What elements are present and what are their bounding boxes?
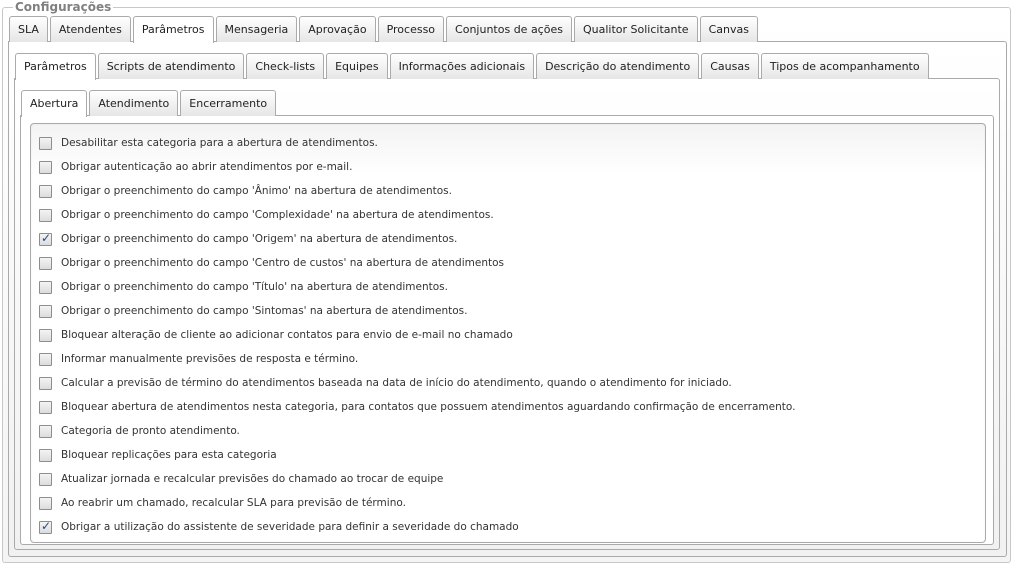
option-checkbox-7[interactable] [39,280,52,294]
main-tab-mensageria[interactable]: Mensageria [215,16,298,42]
option-row-11[interactable]: Calcular a previsão de término do atendi… [39,374,732,392]
main-tab-aprovacao[interactable]: Aprovação [299,16,376,42]
option-checkbox-13[interactable] [39,424,52,438]
option-label-obrigar-o-preenchimento-do-campo-sintomas-na-abe: Obrigar o preenchimento do campo 'Sintom… [61,305,468,317]
option-checkbox-2[interactable] [39,160,52,174]
option-label-atualizar-jornada-e-recalcular-previsoes-do-cham: Atualizar jornada e recalcular previsões… [61,473,444,485]
sub-tab-parametros[interactable]: Parâmetros [15,53,96,80]
main-tab-processo[interactable]: Processo [377,16,445,42]
inner-tab-atendimento[interactable]: Atendimento [89,90,179,116]
option-row-5[interactable]: Obrigar o preenchimento do campo 'Origem… [39,230,457,248]
option-label-obrigar-autenticacao-ao-abrir-atendimentos-por-e: Obrigar autenticação ao abrir atendiment… [61,161,353,173]
inner-tab-encerramento[interactable]: Encerramento [180,90,277,116]
option-label-bloquear-replicacoes-para-esta-categoria: Bloquear replicações para esta categoria [61,449,277,461]
option-row-10[interactable]: Informar manualmente previsões de respos… [39,350,358,368]
sub-tab-scripts-de-atendimento[interactable]: Scripts de atendimento [97,53,245,79]
option-label-desabilitar-esta-categoria-para-a-abertura-de-at: Desabilitar esta categoria para a abertu… [61,137,378,149]
option-checkbox-9[interactable] [39,328,52,342]
option-row-17[interactable]: Obrigar a utilização do assistente de se… [39,518,519,536]
option-row-1[interactable]: Desabilitar esta categoria para a abertu… [39,134,378,152]
option-label-obrigar-o-preenchimento-do-campo-animo-na-abertu: Obrigar o preenchimento do campo 'Ânimo'… [61,185,452,197]
option-checkbox-15[interactable] [39,472,52,486]
option-label-bloquear-abertura-de-atendimentos-nesta-categori: Bloquear abertura de atendimentos nesta … [61,401,796,413]
option-row-15[interactable]: Atualizar jornada e recalcular previsões… [39,470,443,488]
option-label-obrigar-o-preenchimento-do-campo-titulo-na-abert: Obrigar o preenchimento do campo 'Título… [61,281,448,293]
inner-tabbar: Abertura Atendimento Encerramento [21,90,278,117]
option-label-informar-manualmente-previsoes-de-resposta-e-ter: Informar manualmente previsões de respos… [61,353,359,365]
main-tab-parametros[interactable]: Parâmetros [132,16,214,43]
option-checkbox-12[interactable] [39,400,52,414]
main-tab-qualitor-solicitante[interactable]: Qualitor Solicitante [573,16,698,42]
option-row-2[interactable]: Obrigar autenticação ao abrir atendiment… [39,158,352,176]
option-label-obrigar-o-preenchimento-do-campo-centro-de-custo: Obrigar o preenchimento do campo 'Centro… [61,257,504,269]
option-checkbox-5[interactable] [39,231,52,246]
sub-tab-informacoes-adicionais[interactable]: Informações adicionais [389,53,535,79]
sub-tab-descricao-do-atendimento[interactable]: Descrição do atendimento [536,53,700,79]
option-checkbox-3[interactable] [39,184,52,198]
option-row-9[interactable]: Bloquear alteração de cliente ao adicion… [39,326,513,344]
option-label-calcular-a-previsao-de-termino-do-atendimentos-b: Calcular a previsão de término do atendi… [61,377,732,389]
main-tabbar: SLA Atendentes Parâmetros Mensageria Apr… [9,16,760,43]
inner-tab-abertura[interactable]: Abertura [21,90,88,117]
sub-tab-equipes[interactable]: Equipes [326,53,388,79]
option-row-4[interactable]: Obrigar o preenchimento do campo 'Comple… [39,206,494,224]
option-checkbox-8[interactable] [39,304,52,318]
option-label-ao-reabrir-um-chamado-recalcular-sla-para-previs: Ao reabrir um chamado, recalcular SLA pa… [61,497,406,509]
option-label-categoria-de-pronto-atendimento: Categoria de pronto atendimento. [61,425,240,437]
option-row-13[interactable]: Categoria de pronto atendimento. [39,422,240,440]
option-checkbox-1[interactable] [39,136,52,150]
option-label-obrigar-a-utilizacao-do-assistente-de-severidade: Obrigar a utilização do assistente de se… [61,521,519,533]
fieldset-legend: Configurações [13,0,114,14]
main-tab-canvas[interactable]: Canvas [699,16,758,42]
option-label-obrigar-o-preenchimento-do-campo-complexidade-na: Obrigar o preenchimento do campo 'Comple… [61,209,494,221]
option-row-14[interactable]: Bloquear replicações para esta categoria [39,446,277,464]
option-checkbox-17[interactable] [39,519,52,534]
sub-tab-tipos-de-acompanhamento[interactable]: Tipos de acompanhamento [760,53,929,79]
main-tab-atendentes[interactable]: Atendentes [49,16,131,42]
option-row-6[interactable]: Obrigar o preenchimento do campo 'Centro… [39,254,504,272]
option-label-bloquear-alteracao-de-cliente-ao-adicionar-conta: Bloquear alteração de cliente ao adicion… [61,329,513,341]
option-row-12[interactable]: Bloquear abertura de atendimentos nesta … [39,398,795,416]
main-tab-conjuntos-de-acoes[interactable]: Conjuntos de ações [446,16,572,42]
option-checkbox-4[interactable] [39,208,52,222]
option-label-obrigar-o-preenchimento-do-campo-origem-na-abert: Obrigar o preenchimento do campo 'Origem… [61,233,458,245]
option-row-16[interactable]: Ao reabrir um chamado, recalcular SLA pa… [39,494,406,512]
sub-tab-check-lists[interactable]: Check-lists [246,53,325,79]
main-tab-sla[interactable]: SLA [9,16,48,42]
option-row-3[interactable]: Obrigar o preenchimento do campo 'Ânimo'… [39,182,452,200]
option-row-7[interactable]: Obrigar o preenchimento do campo 'Título… [39,278,448,296]
option-checkbox-14[interactable] [39,448,52,462]
option-checkbox-11[interactable] [39,376,52,390]
sub-tabbar: Parâmetros Scripts de atendimento Check-… [15,53,931,80]
options-list: Desabilitar esta categoria para a abertu… [30,123,986,543]
option-checkbox-16[interactable] [39,496,52,510]
sub-tab-causas[interactable]: Causas [701,53,759,79]
option-checkbox-10[interactable] [39,352,52,366]
option-row-8[interactable]: Obrigar o preenchimento do campo 'Sintom… [39,302,467,320]
option-checkbox-6[interactable] [39,256,52,270]
